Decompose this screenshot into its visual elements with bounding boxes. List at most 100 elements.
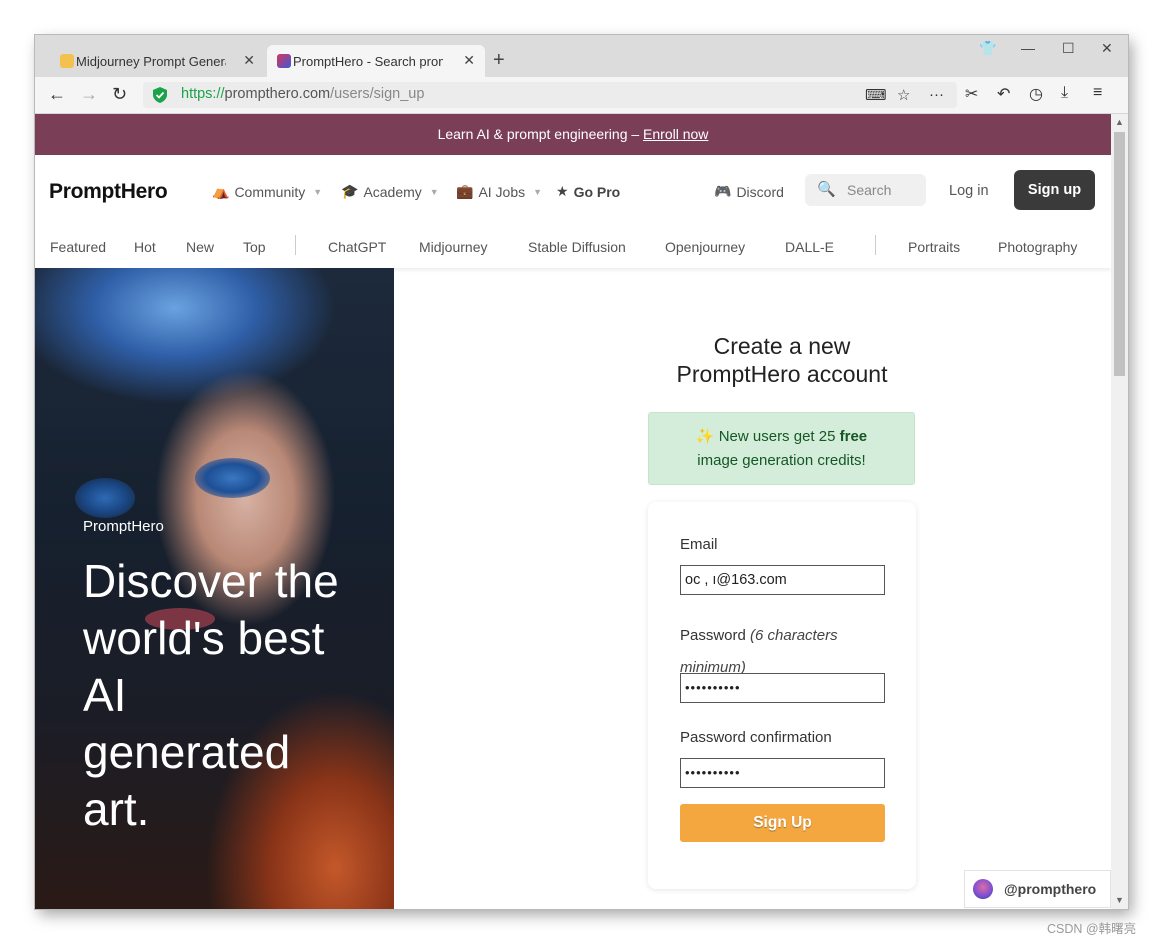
tab-strip: Midjourney Prompt Genera ✕ PromptHero - …	[35, 35, 1128, 77]
url-host: prompthero.com	[224, 86, 331, 102]
category-divider	[295, 235, 296, 255]
email-label: Email	[680, 536, 718, 553]
enroll-now-link[interactable]: Enroll now	[643, 126, 708, 142]
url-scheme: https://	[181, 86, 225, 102]
secure-shield-icon	[153, 87, 167, 103]
hero-brand: PromptHero	[83, 518, 164, 535]
category-new[interactable]: New	[186, 239, 214, 255]
close-window-icon[interactable]: ✕	[1101, 40, 1113, 57]
category-divider	[875, 235, 876, 255]
hero-image: PromptHero Discover the world's best AI …	[35, 268, 394, 909]
search-placeholder: Search	[847, 182, 892, 198]
nav-ai-jobs[interactable]: 💼 AI Jobs ▼	[456, 183, 542, 200]
password-confirmation-field[interactable]: ••••••••••	[680, 758, 885, 788]
new-tab-icon[interactable]: +	[493, 48, 505, 72]
scrollbar-thumb[interactable]	[1114, 132, 1125, 376]
promo-banner: Learn AI & prompt engineering – Enroll n…	[35, 114, 1111, 155]
graduation-cap-icon: 🎓	[341, 183, 359, 199]
category-portraits[interactable]: Portraits	[908, 239, 960, 255]
csdn-watermark: CSDN @韩曙亮	[1047, 922, 1137, 936]
community-icon: ⛺	[212, 183, 230, 199]
password-field[interactable]: ••••••••••	[680, 673, 885, 703]
category-dall-e[interactable]: DALL-E	[785, 239, 834, 255]
hero-art-shape	[75, 478, 135, 518]
login-link[interactable]: Log in	[949, 183, 989, 199]
history-clock-icon[interactable]: ◷	[1029, 84, 1043, 104]
caret-down-icon: ▼	[533, 186, 543, 197]
prompthero-logo[interactable]: PromptHero	[49, 180, 168, 204]
close-tab-icon[interactable]: ✕	[243, 52, 255, 69]
download-icon[interactable]: ⤓	[1061, 84, 1068, 102]
tab-title: Midjourney Prompt Genera	[76, 53, 226, 69]
category-top[interactable]: Top	[243, 239, 266, 255]
notice-text: image generation credits!	[697, 452, 866, 469]
email-field[interactable]: oc , ı@163.com	[680, 565, 885, 595]
form-title-line: Create a new	[713, 333, 851, 359]
search-icon: 🔍	[817, 181, 836, 198]
address-bar[interactable]: https://prompthero.com/users/sign_up ⌨ ☆…	[143, 82, 957, 108]
tab-prompthero[interactable]: PromptHero - Search prom ✕	[267, 45, 485, 77]
address-toolbar: ← → ↻ https://prompthero.com/users/sign_…	[35, 77, 1128, 114]
prompthero-social-badge[interactable]: @prompthero	[964, 870, 1111, 908]
nav-academy[interactable]: 🎓 Academy ▼	[341, 183, 439, 200]
scissors-icon[interactable]: ✂	[965, 84, 978, 104]
tab-midjourney[interactable]: Midjourney Prompt Genera ✕	[50, 45, 265, 77]
category-openjourney[interactable]: Openjourney	[665, 239, 745, 255]
reload-icon[interactable]: ↻	[112, 83, 127, 105]
social-handle: @prompthero	[1004, 881, 1097, 897]
scroll-down-icon[interactable]: ▼	[1115, 895, 1124, 905]
category-featured[interactable]: Featured	[50, 239, 106, 255]
menu-icon[interactable]: ≡	[1093, 84, 1102, 102]
star-icon: ★	[556, 183, 569, 199]
category-midjourney[interactable]: Midjourney	[419, 239, 487, 255]
nav-label: Academy	[363, 183, 422, 200]
signup-form-card: Email oc , ı@163.com Password (6 charact…	[648, 502, 916, 889]
search-box[interactable]: 🔍 Search	[805, 174, 926, 206]
shirt-skin-icon[interactable]: 👕	[979, 40, 996, 57]
url-text: https://prompthero.com/users/sign_up	[181, 86, 424, 102]
site-header: PromptHero ⛺ Community ▼ 🎓 Academy ▼ 💼 A…	[35, 155, 1111, 268]
undo-icon[interactable]: ↶	[997, 84, 1010, 104]
hugging-face-favicon-icon	[60, 54, 74, 68]
notice-bold: free	[839, 428, 868, 445]
nav-label: Community	[234, 183, 306, 200]
translate-icon[interactable]: ⌨	[865, 86, 887, 104]
password-confirmation-label: Password confirmation	[680, 729, 832, 746]
category-hot[interactable]: Hot	[134, 239, 156, 255]
close-tab-icon[interactable]: ✕	[463, 52, 475, 69]
forward-icon[interactable]: →	[80, 83, 98, 105]
minimize-icon[interactable]: —	[1021, 40, 1035, 56]
signup-header-button[interactable]: Sign up	[1014, 170, 1095, 210]
form-title: Create a new PromptHero account	[613, 332, 951, 388]
bookmark-star-icon[interactable]: ☆	[897, 86, 910, 104]
web-page: Learn AI & prompt engineering – Enroll n…	[35, 114, 1111, 909]
nav-label: AI Jobs	[478, 183, 526, 200]
prompthero-favicon-icon	[277, 54, 291, 68]
discord-link[interactable]: 🎮 Discord	[714, 183, 784, 200]
maximize-icon[interactable]: ☐	[1062, 40, 1075, 57]
sparkles-icon: ✨	[695, 428, 715, 445]
notice-text: New users get 25	[718, 428, 836, 445]
nav-community[interactable]: ⛺ Community ▼	[212, 183, 322, 200]
url-path: /users/sign_up	[330, 86, 425, 102]
category-chatgpt[interactable]: ChatGPT	[328, 239, 386, 255]
tab-title: PromptHero - Search prom	[293, 53, 443, 69]
discord-label: Discord	[736, 183, 784, 200]
password-label-text: Password	[680, 627, 746, 644]
caret-down-icon: ▼	[313, 186, 323, 197]
free-credits-notice: ✨ New users get 25 free image generation…	[648, 412, 915, 485]
nav-go-pro[interactable]: ★ Go Pro	[556, 183, 620, 200]
vertical-scrollbar[interactable]: ▲ ▼	[1111, 114, 1128, 909]
more-icon[interactable]: ···	[929, 86, 944, 103]
category-stable-diffusion[interactable]: Stable Diffusion	[528, 239, 626, 255]
briefcase-icon: 💼	[456, 183, 474, 199]
back-icon[interactable]: ←	[48, 83, 66, 105]
hero-title: Discover the world's best AI generated a…	[83, 555, 339, 835]
password-hint: (6 characters	[750, 627, 838, 644]
sign-up-submit-button[interactable]: Sign Up	[680, 804, 885, 842]
category-photography[interactable]: Photography	[998, 239, 1077, 255]
form-title-line: PromptHero account	[676, 361, 888, 387]
scroll-up-icon[interactable]: ▲	[1115, 117, 1124, 127]
banner-text: Learn AI & prompt engineering –	[437, 126, 640, 142]
avatar	[973, 879, 993, 899]
